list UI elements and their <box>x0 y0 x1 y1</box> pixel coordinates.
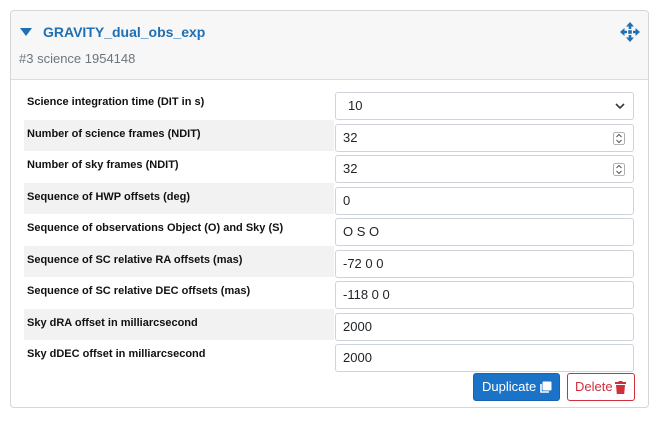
param-value: 32 <box>343 161 358 176</box>
param-row: Sky dDEC offset in milliarcsecond 2000 <box>24 340 636 372</box>
template-header: GRAVITY_dual_obs_exp #3 science 1954148 <box>11 11 648 80</box>
caret-down-icon[interactable] <box>20 27 32 37</box>
param-label: Science integration time (DIT in s) <box>27 96 205 108</box>
param-text-input[interactable]: -72 0 0 <box>335 249 634 278</box>
template-card: GRAVITY_dual_obs_exp #3 science 1954148 … <box>10 10 649 408</box>
param-value: 2000 <box>343 318 372 334</box>
delete-label: Delete <box>575 379 613 394</box>
move-arrows-icon[interactable] <box>620 22 640 42</box>
duplicate-label: Duplicate <box>482 379 537 394</box>
template-title[interactable]: GRAVITY_dual_obs_exp <box>43 22 205 42</box>
param-row: Sequence of SC relative DEC offsets (mas… <box>24 277 636 309</box>
chevron-down-icon <box>615 103 625 110</box>
param-number-input[interactable]: 32 <box>335 123 634 152</box>
param-label: Sky dRA offset in milliarcsecond <box>27 316 198 329</box>
parameter-list: Science integration time (DIT in s) 10 Num… <box>24 88 636 372</box>
param-value: 0 <box>343 192 351 208</box>
param-row: Number of science frames (NDIT) 32 <box>24 119 636 152</box>
param-value: 10 <box>348 98 363 113</box>
param-label: Sequence of HWP offsets (deg) <box>27 190 190 203</box>
duplicate-button[interactable]: Duplicate <box>473 373 560 401</box>
param-label: Number of science frames (NDIT) <box>27 127 201 140</box>
param-label: Sequence of observations Object (O) and … <box>27 222 284 234</box>
trash-icon <box>615 381 626 394</box>
spinner-arrows-icon[interactable] <box>613 131 625 145</box>
param-value: -118 0 0 <box>343 287 390 302</box>
param-label: Number of sky frames (NDIT) <box>27 159 179 171</box>
param-value: -72 0 0 <box>343 255 384 271</box>
param-label: Sky dDEC offset in milliarcsecond <box>27 348 206 360</box>
param-row: Science integration time (DIT in s) 10 <box>24 88 636 120</box>
param-text-input[interactable]: -118 0 0 <box>335 281 634 309</box>
param-value: 2000 <box>343 350 372 365</box>
param-row: Sequence of HWP offsets (deg) 0 <box>24 182 636 215</box>
param-row: Sky dRA offset in milliarcsecond 2000 <box>24 308 636 341</box>
param-number-input[interactable]: 32 <box>335 155 634 183</box>
param-text-input[interactable]: 2000 <box>335 344 634 372</box>
param-label: Sequence of SC relative DEC offsets (mas… <box>27 285 251 297</box>
param-label: Sequence of SC relative RA offsets (mas) <box>27 253 243 266</box>
param-row: Sequence of observations Object (O) and … <box>24 214 636 246</box>
param-row: Sequence of SC relative RA offsets (mas)… <box>24 245 636 278</box>
copy-icon <box>540 381 552 393</box>
param-value: O S O <box>343 224 380 239</box>
param-text-input[interactable]: O S O <box>335 218 634 246</box>
spinner-arrows-icon[interactable] <box>613 163 625 176</box>
param-select[interactable]: 10 <box>335 92 634 120</box>
param-text-input[interactable]: 0 <box>335 186 634 215</box>
template-subtitle: #3 science 1954148 <box>19 51 136 66</box>
param-text-input[interactable]: 2000 <box>335 312 634 341</box>
param-row: Number of sky frames (NDIT) 32 <box>24 151 636 183</box>
delete-button[interactable]: Delete <box>567 373 635 401</box>
param-value: 32 <box>343 129 358 145</box>
